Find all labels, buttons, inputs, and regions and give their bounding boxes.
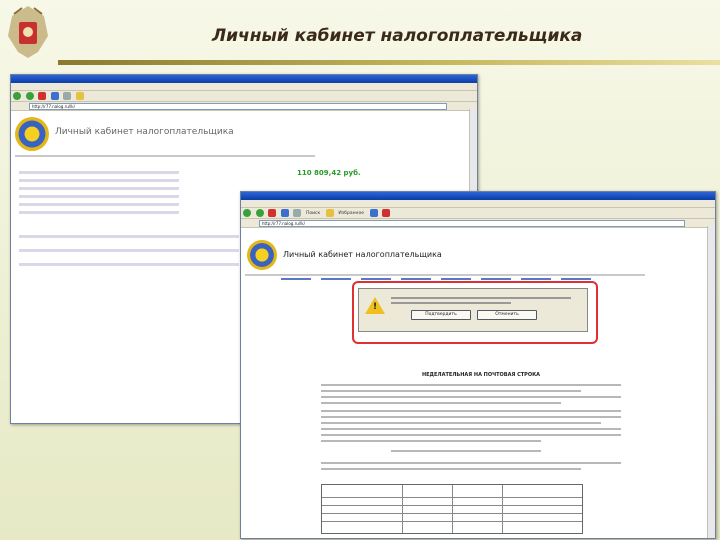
doc-text-line: [321, 384, 621, 386]
address-bar: http://r77.nalog.ru/lk/: [241, 219, 715, 228]
vertical-scrollbar[interactable]: [707, 226, 715, 538]
doc-text-line: [321, 402, 561, 404]
forward-icon[interactable]: [25, 92, 34, 100]
slide-title: Личный кабинет налогоплательщика: [212, 26, 583, 46]
title-divider: [58, 60, 720, 65]
header-divider: [245, 274, 645, 276]
print-icon[interactable]: [382, 209, 391, 217]
browser-toolbar: Поиск Избранное: [241, 208, 715, 219]
browser-toolbar: [11, 91, 477, 102]
table-row[interactable]: [19, 195, 179, 198]
doc-text-line: [321, 390, 581, 392]
forward-icon[interactable]: [255, 209, 264, 217]
menu-bar[interactable]: [241, 200, 715, 208]
header-divider: [15, 155, 315, 157]
dialog-message: [391, 294, 581, 306]
table-row[interactable]: [19, 263, 239, 266]
document-table: [321, 484, 583, 534]
mail-icon[interactable]: [369, 209, 378, 217]
table-row[interactable]: [19, 235, 239, 238]
table-row[interactable]: [19, 203, 179, 206]
refresh-icon[interactable]: [50, 92, 59, 100]
doc-text-line: [391, 450, 541, 452]
address-input[interactable]: http://r77.nalog.ru/lk/: [259, 220, 685, 227]
favorites-button[interactable]: Избранное: [338, 211, 364, 216]
favorites-icon[interactable]: [325, 209, 334, 217]
cabinet-title: Личный кабинет налогоплательщика: [283, 250, 442, 259]
refresh-icon[interactable]: [280, 209, 289, 217]
exclamation-icon: !: [373, 302, 378, 312]
table-row[interactable]: [19, 249, 239, 252]
doc-text-line: [321, 416, 621, 418]
document-heading: НЕДЕЛАТЕЛЬНАЯ НА ПОЧТОВАЯ СТРОКА: [421, 372, 541, 378]
search-button[interactable]: Поиск: [306, 211, 320, 216]
stop-icon[interactable]: [38, 92, 47, 100]
doc-text-line: [321, 422, 601, 424]
doc-text-line: [321, 462, 621, 464]
table-row[interactable]: [19, 211, 179, 214]
total-amount: 110 809,42 руб.: [297, 169, 361, 177]
menu-bar[interactable]: [11, 83, 477, 91]
window-title-bar[interactable]: [241, 192, 715, 200]
doc-text-line: [321, 428, 621, 430]
confirm-dialog: ! Подтвердить Отменить: [358, 288, 588, 332]
fns-logo-icon: [247, 240, 277, 270]
window-title-bar[interactable]: [11, 75, 477, 83]
back-icon[interactable]: [243, 209, 251, 217]
table-row[interactable]: [19, 171, 179, 174]
home-icon[interactable]: [293, 209, 302, 217]
doc-text-line: [321, 468, 581, 470]
table-row[interactable]: [19, 179, 179, 182]
back-icon[interactable]: [13, 92, 21, 100]
confirm-button[interactable]: Подтвердить: [411, 310, 471, 320]
home-icon[interactable]: [63, 92, 72, 100]
doc-text-line: [321, 434, 621, 436]
stop-icon[interactable]: [268, 209, 277, 217]
doc-text-line: [321, 410, 621, 412]
doc-text-line: [321, 440, 541, 442]
address-input[interactable]: http://r77.nalog.ru/lk/: [29, 103, 447, 110]
table-row[interactable]: [19, 187, 179, 190]
address-bar: http://r77.nalog.ru/lk/: [11, 102, 477, 111]
cabinet-title: Личный кабинет налогоплательщика: [55, 127, 234, 137]
browser-window-front[interactable]: Поиск Избранное http://r77.nalog.ru/lk/ …: [240, 191, 716, 539]
favorites-icon[interactable]: [75, 92, 84, 100]
fns-logo-icon: [15, 117, 49, 151]
doc-text-line: [321, 396, 621, 398]
coat-of-arms-icon: [8, 6, 48, 58]
nav-links[interactable]: [281, 278, 601, 280]
page-content: Личный кабинет налогоплательщика НЕДЕЛАТ…: [241, 228, 715, 538]
cancel-button[interactable]: Отменить: [477, 310, 537, 320]
